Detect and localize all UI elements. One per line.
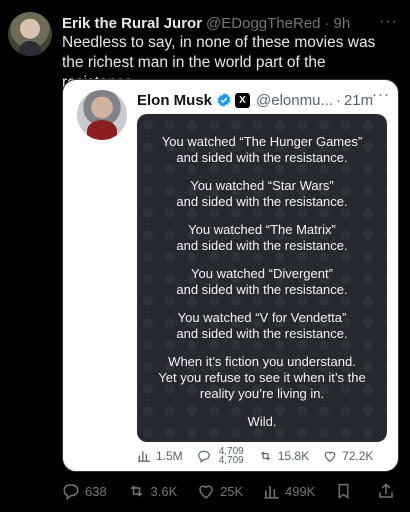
quote-repost-count: 15.8K [277, 449, 310, 463]
quote-more-icon[interactable]: ··· [372, 86, 390, 103]
image-line: You watched “Divergent” [191, 266, 333, 281]
handle[interactable]: @EDoggTheRed [206, 15, 320, 32]
quote-timestamp[interactable]: 21m [344, 92, 373, 109]
like-count: 25K [220, 483, 244, 499]
image-text-block: You watched “The Hunger Games” and sided… [137, 134, 387, 166]
quote-avatar[interactable] [77, 90, 127, 140]
bookmark-icon [338, 483, 349, 499]
reply-count-line: 4,709 [218, 455, 244, 466]
like-icon [324, 451, 336, 462]
image-line: and sided with the resistance. [176, 326, 348, 341]
image-text-block: You watched “Star Wars” and sided with t… [137, 178, 387, 210]
separator: · [324, 14, 330, 32]
image-line: You watched “The Matrix” [188, 222, 336, 237]
repost-icon [130, 485, 142, 497]
share-button[interactable] [377, 482, 400, 500]
tweet-header: Erik the Rural Juror @EDoggTheRed · 9h ·… [62, 13, 400, 33]
share-icon [379, 483, 393, 498]
views-button[interactable]: 499K [263, 483, 315, 500]
more-icon[interactable]: ··· [379, 13, 398, 31]
image-text-block: You watched “Divergent” and sided with t… [137, 266, 387, 298]
verified-icon [216, 92, 232, 108]
quote-reply-count: 4,709 4,709 [218, 447, 244, 466]
views-icon [138, 451, 150, 462]
image-line: Yet you refuse to see it when it’s the [158, 370, 366, 385]
quoted-tweet[interactable]: Elon Musk X @elonmu... · 21m ··· You wat… [62, 79, 399, 472]
views-count: 499K [284, 483, 316, 499]
image-text-block: You watched “V for Vendetta” and sided w… [137, 310, 387, 342]
quote-separator: · [335, 91, 341, 109]
timestamp[interactable]: 9h [334, 15, 351, 32]
reply-count: 638 [85, 483, 107, 499]
x-badge-icon: X [235, 92, 251, 108]
quote-display-name[interactable]: Elon Musk [137, 92, 212, 109]
reply-button[interactable]: 638 [62, 482, 107, 500]
like-icon [199, 485, 213, 499]
quote-image[interactable]: You watched “The Hunger Games” and sided… [137, 114, 387, 442]
image-line: and sided with the resistance. [176, 150, 348, 165]
quote-action-bar: 1.5M 4,709 4,709 15.8K 72.2K [137, 446, 392, 466]
display-name[interactable]: Erik the Rural Juror [62, 15, 202, 32]
image-line: When it’s fiction you understand. [168, 354, 356, 369]
quote-repost-button[interactable]: 15.8K [258, 449, 309, 463]
image-line: reality you’re living in. [199, 386, 325, 401]
image-line: You watched “Star Wars” [190, 178, 334, 193]
image-line: and sided with the resistance. [176, 194, 348, 209]
image-line: and sided with the resistance. [176, 282, 348, 297]
image-closing: Wild. [247, 414, 277, 429]
image-line: You watched “The Hunger Games” [161, 134, 363, 149]
quote-header: Elon Musk X @elonmu... · 21m ··· [137, 86, 392, 110]
quote-like-count: 72.2K [342, 449, 374, 463]
image-line: and sided with the resistance. [176, 238, 348, 253]
reply-icon [63, 484, 79, 500]
outer-tweet[interactable]: Erik the Rural Juror @EDoggTheRed · 9h ·… [0, 0, 410, 512]
views-icon [264, 485, 279, 499]
image-text-block: When it’s fiction you understand. Yet yo… [137, 354, 387, 402]
bookmark-button[interactable] [335, 482, 357, 500]
repost-button[interactable]: 3.6K [127, 482, 178, 500]
quote-reply-button[interactable]: 4,709 4,709 [197, 447, 244, 466]
like-button[interactable]: 25K [197, 482, 243, 500]
quote-views-count: 1.5M [156, 449, 183, 463]
quote-like-button[interactable]: 72.2K [323, 449, 373, 463]
repost-icon [260, 451, 270, 461]
image-text: You watched “The Hunger Games” and sided… [137, 134, 387, 430]
avatar[interactable] [8, 12, 52, 56]
image-text-block: You watched “The Matrix” and sided with … [137, 222, 387, 254]
repost-count: 3.6K [150, 483, 178, 499]
quote-views-button[interactable]: 1.5M [137, 449, 183, 463]
quote-handle[interactable]: @elonmu... [256, 92, 333, 109]
reply-icon [197, 450, 210, 463]
tweet-action-bar: 638 3.6K 25K 499K [62, 480, 400, 502]
image-line: You watched “V for Vendetta” [177, 310, 347, 325]
